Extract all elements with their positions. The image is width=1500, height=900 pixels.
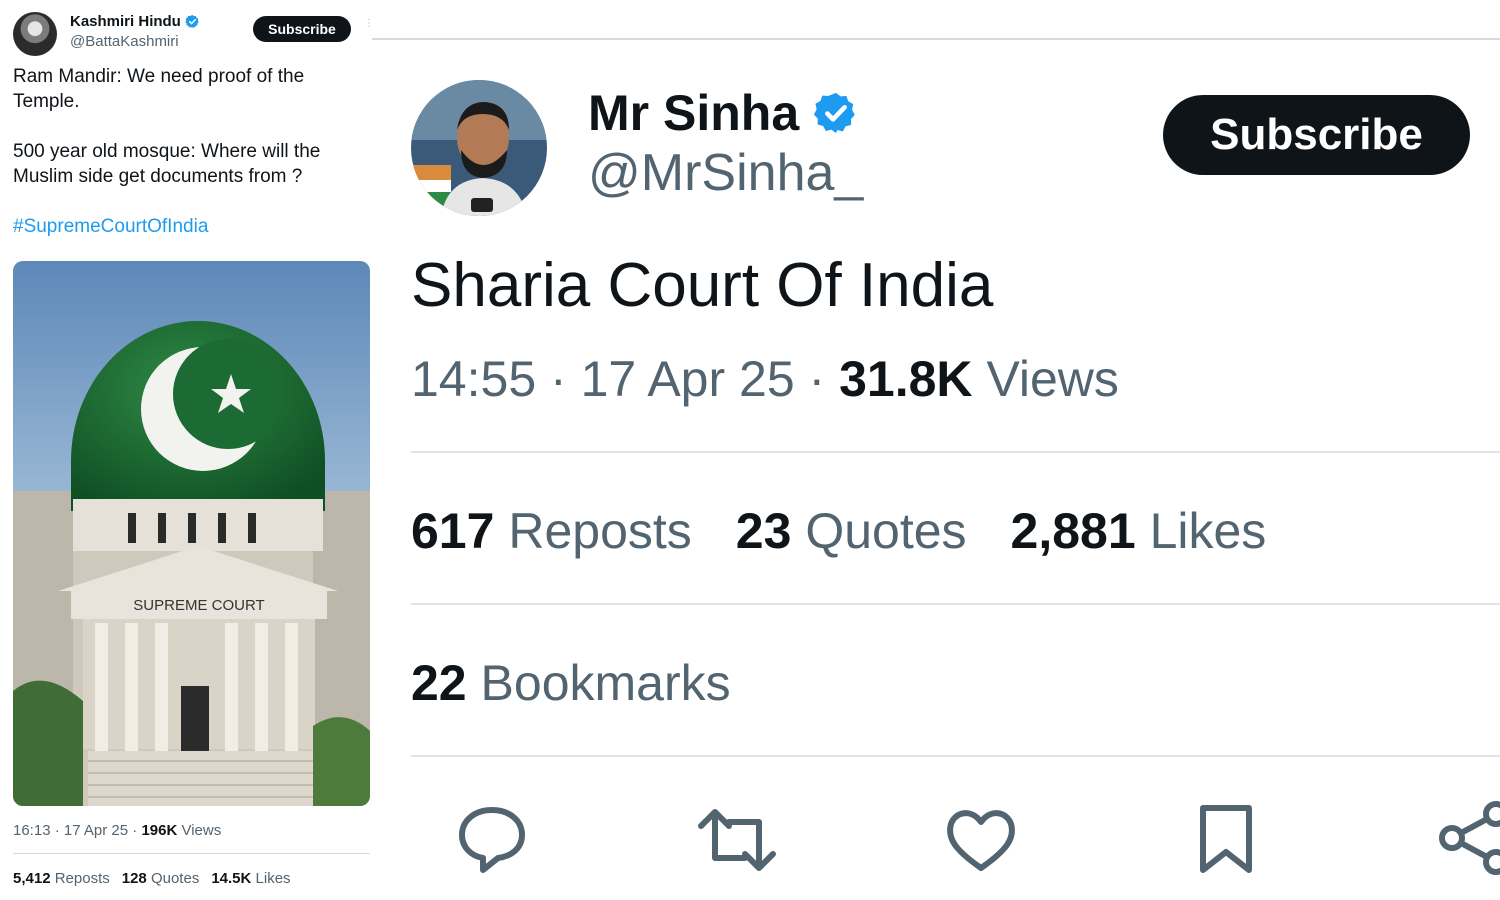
author-avatar[interactable] bbox=[13, 12, 57, 56]
like-icon bbox=[947, 810, 1015, 871]
bookmarks-label: Bookmarks bbox=[480, 655, 731, 711]
divider-2 bbox=[411, 603, 1500, 605]
bookmarks-stat[interactable]: 22 Bookmarks bbox=[411, 654, 731, 712]
tweet-text-large: Sharia Court Of India bbox=[411, 251, 994, 320]
tweet-time[interactable]: 14:55 bbox=[411, 351, 536, 407]
tweet-text-line-1: Ram Mandir: We need proof of the Temple. bbox=[13, 66, 305, 112]
repost-icon bbox=[698, 809, 776, 871]
divider-1 bbox=[411, 451, 1500, 453]
verified-badge-icon bbox=[185, 14, 199, 29]
tweet-date[interactable]: 17 Apr 25 bbox=[581, 351, 795, 407]
bookmarks-count: 22 bbox=[411, 655, 467, 711]
hashtag-link[interactable]: #SupremeCourtOfIndia bbox=[13, 214, 363, 239]
repost-button[interactable] bbox=[697, 800, 777, 880]
avatar-photo bbox=[411, 80, 547, 216]
author-name-large[interactable]: Mr Sinha bbox=[588, 84, 859, 142]
author-handle[interactable]: @BattaKashmiri bbox=[70, 33, 179, 50]
reply-icon bbox=[459, 807, 525, 873]
subscribe-button-large[interactable]: Subscribe bbox=[1163, 95, 1470, 175]
views-count: 31.8K bbox=[839, 351, 973, 407]
tweet-image[interactable]: SUPREME COURT bbox=[13, 261, 370, 806]
tweet-meta-large: 14:55 · 17 Apr 25 · 31.8K Views bbox=[411, 351, 1119, 407]
header-divider bbox=[372, 38, 1500, 40]
reply-button[interactable] bbox=[452, 800, 532, 880]
subscribe-button[interactable]: Subscribe bbox=[253, 16, 351, 42]
reposts-stat[interactable]: 617 Reposts bbox=[411, 502, 692, 560]
bookmark-icon bbox=[1200, 805, 1252, 873]
author-name-text[interactable]: Mr Sinha bbox=[588, 84, 799, 142]
left-tweet: Kashmiri Hindu @BattaKashmiri Subscribe … bbox=[0, 0, 374, 900]
action-bar bbox=[0, 800, 1500, 880]
likes-stat[interactable]: 2,881 Likes bbox=[1011, 502, 1267, 560]
engagement-stats-large: 617 Reposts 23 Quotes 2,881 Likes bbox=[411, 502, 1266, 560]
divider-3 bbox=[411, 755, 1500, 757]
tweet-text-line-2: 500 year old mosque: Where will the Musl… bbox=[13, 141, 321, 187]
verified-badge-icon bbox=[814, 92, 855, 134]
author-avatar-large[interactable] bbox=[411, 80, 547, 216]
bookmark-button[interactable] bbox=[1186, 800, 1266, 880]
like-button[interactable] bbox=[941, 800, 1021, 880]
court-caption: SUPREME COURT bbox=[133, 597, 264, 614]
quotes-stat[interactable]: 23 Quotes bbox=[736, 502, 967, 560]
court-building-illustration: SUPREME COURT bbox=[13, 261, 370, 806]
more-options-icon[interactable]: ⋮ bbox=[364, 19, 374, 36]
share-icon bbox=[1439, 801, 1500, 875]
views-label: Views bbox=[986, 351, 1119, 407]
author-name[interactable]: Kashmiri Hindu bbox=[70, 13, 200, 30]
share-button[interactable] bbox=[1436, 800, 1500, 880]
author-name-text[interactable]: Kashmiri Hindu bbox=[70, 13, 181, 30]
author-handle-large[interactable]: @MrSinha_ bbox=[588, 143, 863, 203]
tweet-text: Ram Mandir: We need proof of the Temple.… bbox=[13, 64, 363, 264]
